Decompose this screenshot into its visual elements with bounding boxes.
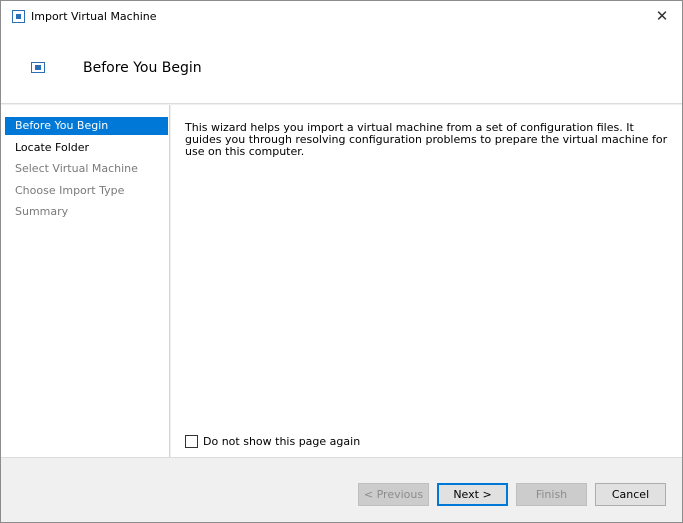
sidebar-item-select-virtual-machine: Select Virtual Machine <box>15 162 138 175</box>
wizard-header: Before You Begin <box>1 32 682 104</box>
page-title: Before You Begin <box>83 60 202 76</box>
sidebar-item-before-you-begin[interactable]: Before You Begin <box>5 117 168 135</box>
finish-button[interactable]: Finish <box>516 483 587 506</box>
do-not-show-again-label[interactable]: Do not show this page again <box>203 435 360 448</box>
close-button[interactable]: ✕ <box>642 1 682 32</box>
previous-button[interactable]: < Previous <box>358 483 429 506</box>
cancel-button[interactable]: Cancel <box>595 483 666 506</box>
do-not-show-again-checkbox[interactable] <box>185 435 198 448</box>
window-title: Import Virtual Machine <box>31 10 157 23</box>
wizard-content: This wizard helps you import a virtual m… <box>171 105 682 457</box>
sidebar-item-summary: Summary <box>15 205 69 218</box>
next-button[interactable]: Next > <box>437 483 508 506</box>
wizard-steps-sidebar: Before You Begin Locate Folder Select Vi… <box>1 105 170 457</box>
title-bar: Import Virtual Machine ✕ <box>1 1 682 32</box>
import-vm-window: Import Virtual Machine ✕ Before You Begi… <box>0 0 683 523</box>
hyper-v-import-icon <box>12 10 25 23</box>
sidebar-item-locate-folder[interactable]: Locate Folder <box>5 139 168 157</box>
wizard-description: This wizard helps you import a virtual m… <box>185 121 668 158</box>
sidebar-item-choose-import-type: Choose Import Type <box>15 184 125 197</box>
hyper-v-import-icon <box>31 62 45 73</box>
